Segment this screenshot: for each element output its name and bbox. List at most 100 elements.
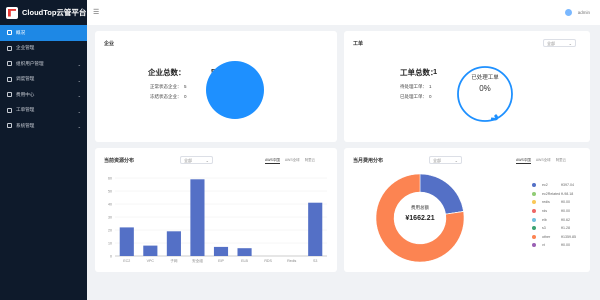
- sidebar-item-label: 费用中心: [16, 91, 35, 97]
- legend-label: s3: [542, 226, 546, 231]
- sidebar-item[interactable]: 组织用户管理 ⌄: [0, 56, 87, 72]
- x-tick-label: S3: [313, 259, 317, 263]
- ticket-done-label: 已处理工单：: [400, 94, 427, 99]
- avatar[interactable]: [565, 9, 572, 16]
- bar[interactable]: [119, 227, 134, 256]
- bar[interactable]: [308, 202, 323, 256]
- menu-item-icon: [7, 76, 12, 82]
- y-tick-label: 0: [110, 254, 112, 258]
- legend-value: ¥0.62: [561, 217, 570, 222]
- ticket-done-value: 0: [429, 94, 432, 99]
- legend-dot: [532, 183, 536, 188]
- enterprise-frozen-value: 0: [184, 94, 187, 99]
- sidebar-item[interactable]: 系统管理 ⌄: [0, 118, 87, 134]
- bar[interactable]: [190, 179, 205, 256]
- legend-dot: [532, 217, 536, 222]
- bar[interactable]: [237, 248, 252, 256]
- tab-aws-global[interactable]: AWS全球: [285, 158, 300, 164]
- enterprise-normal-label: 正常状态企业：: [150, 84, 182, 89]
- bar[interactable]: [213, 246, 229, 256]
- sidebar-item[interactable]: 费用中心 ⌄: [0, 87, 87, 103]
- legend-label: redis: [542, 200, 550, 205]
- resource-filter-select[interactable]: 全部 ⌄: [180, 156, 213, 164]
- legend-label: other: [542, 234, 551, 239]
- menu-item-icon: [7, 30, 12, 36]
- chevron-down-icon: ⌄: [77, 77, 81, 83]
- user-name[interactable]: admin: [578, 10, 590, 15]
- menu-item-icon: [7, 107, 12, 113]
- tab-aws-china[interactable]: AWS中国: [516, 158, 531, 164]
- legend-item: ec2 ¥397.04: [532, 181, 592, 190]
- legend-value: ¥0.00: [561, 209, 570, 214]
- y-tick-label: 30: [108, 215, 112, 219]
- menu-item-icon: [7, 45, 12, 51]
- sidebar-item[interactable]: 企业管理: [0, 41, 87, 57]
- legend-value: ¥-98.18: [561, 191, 574, 196]
- sidebar: CloudTop云管平台 概况 企业管理 组织用户管理 ⌄ 调度管理 ⌄ 费用中心 ⌄ 工单管理…: [0, 0, 87, 300]
- legend-value: ¥0.00: [561, 200, 570, 205]
- legend-dot: [532, 243, 536, 248]
- tab-aws-china[interactable]: AWS中国: [265, 158, 280, 164]
- legend-label: ec2: [542, 183, 548, 188]
- x-tick-label: VPC: [147, 259, 155, 263]
- resource-filter-value: 全部: [184, 158, 192, 163]
- sidebar-item[interactable]: 调度管理 ⌄: [0, 72, 87, 88]
- legend-item: elb ¥0.62: [532, 215, 592, 224]
- menu-item-icon: [7, 61, 12, 67]
- sidebar-item[interactable]: 概况: [0, 25, 87, 41]
- tab-aws-global[interactable]: AWS全球: [536, 158, 551, 164]
- legend-dot: [532, 191, 536, 196]
- ticket-total-value: 1: [433, 67, 438, 76]
- y-tick-label: 60: [108, 176, 112, 180]
- legend-label: vt: [542, 243, 545, 248]
- cost-tabs: AWS中国 AWS全球 阿里云: [516, 158, 566, 164]
- chevron-down-icon: ⌄: [205, 158, 209, 163]
- sidebar-item-label: 调度管理: [16, 76, 35, 82]
- cost-center-value: ¥1662.21: [405, 215, 435, 222]
- ticket-ring-wave: [490, 113, 499, 121]
- ticket-total-label: 工单总数：: [400, 68, 438, 77]
- x-tick-label: ELB: [241, 259, 248, 263]
- legend-item: s3 ¥1.28: [532, 224, 592, 233]
- y-tick-label: 50: [108, 189, 112, 193]
- sidebar-item-label: 系统管理: [16, 122, 35, 128]
- tab-aliyun[interactable]: 阿里云: [556, 158, 567, 164]
- chevron-down-icon: ⌄: [77, 108, 81, 114]
- sidebar-item-label: 概况: [16, 29, 26, 35]
- y-tick-label: 10: [108, 241, 112, 245]
- logo[interactable]: CloudTop云管平台: [0, 0, 87, 25]
- x-tick-label: Redis: [287, 259, 296, 263]
- legend-value: ¥1.28: [561, 226, 570, 231]
- x-tick-label: EIP: [218, 259, 224, 263]
- legend-item: vt ¥0.00: [532, 241, 592, 250]
- menu-toggle-icon[interactable]: ☰: [93, 8, 99, 16]
- chevron-down-icon: ⌄: [77, 93, 81, 98]
- legend-item: redis ¥0.00: [532, 198, 592, 207]
- y-tick-label: 40: [108, 202, 112, 206]
- chevron-down-icon: ⌄: [454, 158, 458, 163]
- tab-aliyun[interactable]: 阿里云: [305, 158, 316, 164]
- cloudtop-logo-icon: [6, 6, 18, 19]
- chevron-down-icon: ⌄: [568, 41, 572, 46]
- resource-bar-chart: 0 10 20 30 40 50 60 EC2 VPC 子网 安全组 EIP ELB RDS Redis S3: [108, 176, 327, 263]
- app-title: CloudTop云管平台: [22, 8, 87, 17]
- legend-item: ec2Related ¥-98.18: [532, 190, 592, 199]
- bar[interactable]: [166, 231, 181, 256]
- legend-label: rds: [542, 209, 547, 214]
- ticket-pending-value: 1: [429, 84, 432, 89]
- cost-filter-select[interactable]: 全部 ⌄: [429, 156, 462, 164]
- enterprise-normal-value: 5: [184, 84, 187, 89]
- sidebar-item-label: 企业管理: [16, 45, 35, 51]
- bar[interactable]: [143, 245, 158, 256]
- y-tick-label: 20: [108, 228, 112, 232]
- enterprise-card-title: 企业: [104, 41, 115, 47]
- sidebar-item[interactable]: 工单管理 ⌄: [0, 103, 87, 119]
- top-bar: ☰ admin: [87, 0, 600, 25]
- chevron-down-icon: ⌄: [77, 124, 81, 129]
- ticket-pending-label: 待处理工单：: [400, 84, 427, 89]
- ticket-ring-value: 0%: [479, 84, 491, 93]
- legend-dot: [532, 234, 536, 239]
- resource-tabs: AWS中国 AWS全球 阿里云: [265, 158, 315, 164]
- ticket-filter-select[interactable]: 全部 ⌄: [543, 39, 576, 47]
- ticket-card: 工单 全部 ⌄ 工单总数： 1 待处理工单： 1 已处理工单： 0 已处理工单 0…: [344, 31, 590, 142]
